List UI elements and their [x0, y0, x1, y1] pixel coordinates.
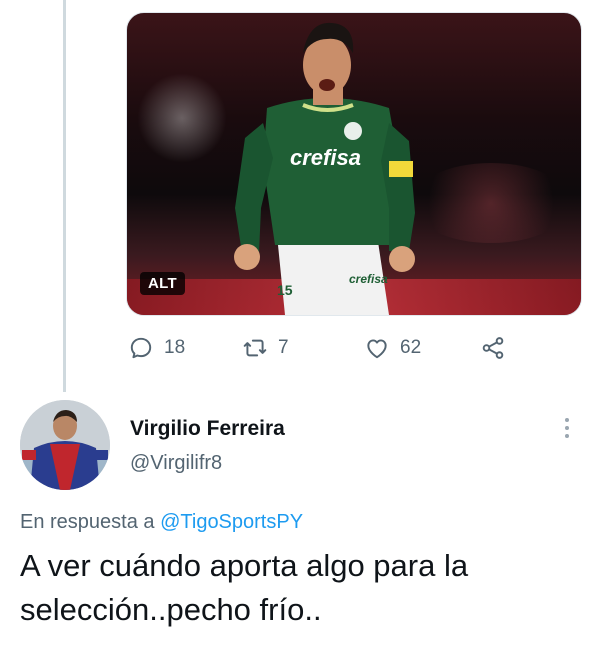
- like-count: 62: [400, 337, 422, 358]
- replying-to-mention[interactable]: @TigoSportsPY: [160, 511, 303, 533]
- reply-button[interactable]: 18: [128, 332, 185, 364]
- football-player-illustration: crefisa crefisa 15: [234, 22, 415, 315]
- shorts-number: 15: [277, 282, 293, 298]
- avatar-photo: [20, 400, 110, 490]
- reply-icon: [130, 337, 152, 359]
- more-options-icon[interactable]: [560, 416, 574, 440]
- replying-to-prefix: En respuesta a: [20, 511, 155, 533]
- like-icon: [367, 339, 387, 359]
- retweet-icon: [243, 339, 267, 357]
- shorts-sponsor-text: crefisa: [349, 272, 388, 286]
- alt-text-badge[interactable]: ALT: [140, 272, 185, 295]
- jersey-sponsor-text: crefisa: [290, 145, 361, 170]
- reply-author-handle[interactable]: @Virgilifr8: [130, 452, 222, 475]
- reply-author-name[interactable]: Virgilio Ferreira: [130, 417, 285, 441]
- tweet-media-photo[interactable]: crefisa crefisa 15: [126, 12, 582, 316]
- share-icon: [482, 337, 504, 359]
- reply-tweet-text: A ver cuándo aporta algo para la selecci…: [20, 548, 469, 627]
- retweet-button[interactable]: 7: [242, 332, 289, 364]
- avatar[interactable]: [20, 400, 110, 490]
- share-button[interactable]: [480, 332, 506, 364]
- like-button[interactable]: 62: [364, 332, 421, 364]
- replying-to-line: En respuesta a @TigoSportsPY: [20, 511, 303, 534]
- thread-connector-line: [63, 0, 66, 392]
- retweet-count: 7: [278, 337, 289, 358]
- tweet-action-bar: 18 7 62: [128, 332, 528, 364]
- reply-count: 18: [164, 337, 186, 358]
